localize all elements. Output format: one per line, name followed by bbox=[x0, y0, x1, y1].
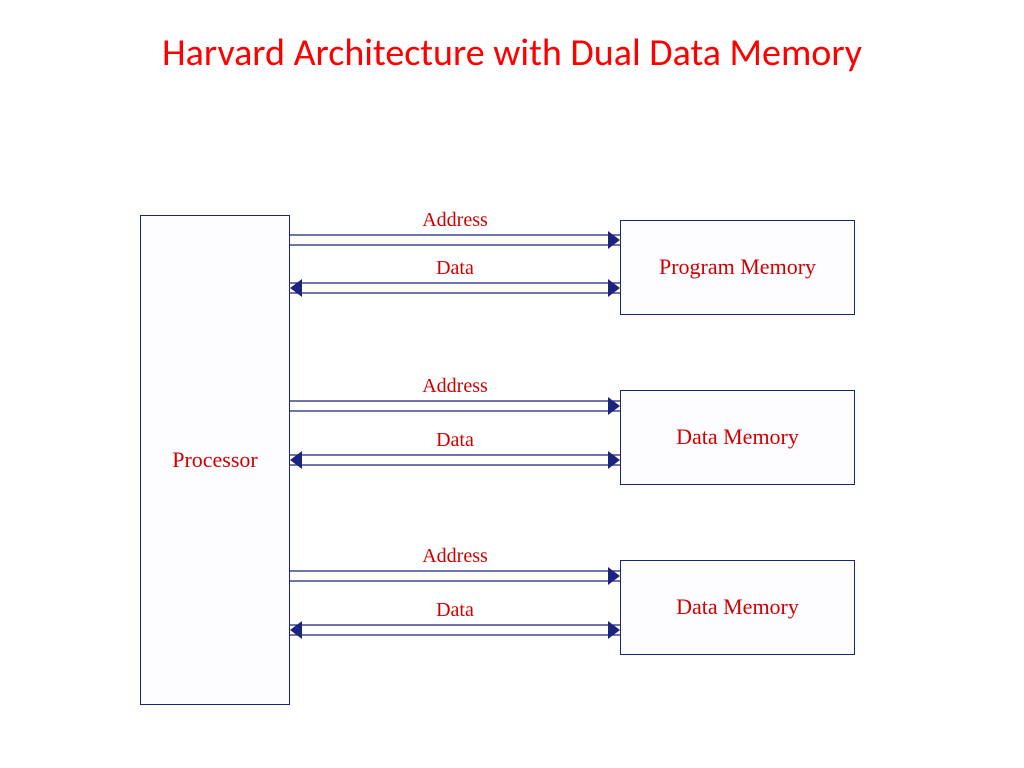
architecture-diagram: Processor Program Memory Data Memory Dat… bbox=[140, 215, 880, 715]
address-bus-label-1: Address bbox=[290, 209, 620, 232]
program-memory-label: Program Memory bbox=[659, 253, 816, 282]
data-bus-1 bbox=[290, 281, 620, 297]
address-bus-2 bbox=[290, 399, 620, 415]
processor-label: Processor bbox=[172, 446, 258, 475]
data-bus-2 bbox=[290, 453, 620, 469]
slide: Harvard Architecture with Dual Data Memo… bbox=[0, 0, 1024, 768]
address-bus-3 bbox=[290, 569, 620, 585]
data-memory-1-label: Data Memory bbox=[676, 423, 799, 452]
address-bus-label-2: Address bbox=[290, 375, 620, 398]
data-bus-label-3: Data bbox=[290, 599, 620, 622]
data-memory-box-1: Data Memory bbox=[620, 390, 855, 485]
data-bus-label-2: Data bbox=[290, 429, 620, 452]
data-bus-label-1: Data bbox=[290, 257, 620, 280]
program-memory-box: Program Memory bbox=[620, 220, 855, 315]
address-bus-label-3: Address bbox=[290, 545, 620, 568]
processor-box: Processor bbox=[140, 215, 290, 705]
data-memory-2-label: Data Memory bbox=[676, 593, 799, 622]
address-bus-1 bbox=[290, 233, 620, 249]
slide-title: Harvard Architecture with Dual Data Memo… bbox=[0, 30, 1024, 76]
data-bus-3 bbox=[290, 623, 620, 639]
data-memory-box-2: Data Memory bbox=[620, 560, 855, 655]
